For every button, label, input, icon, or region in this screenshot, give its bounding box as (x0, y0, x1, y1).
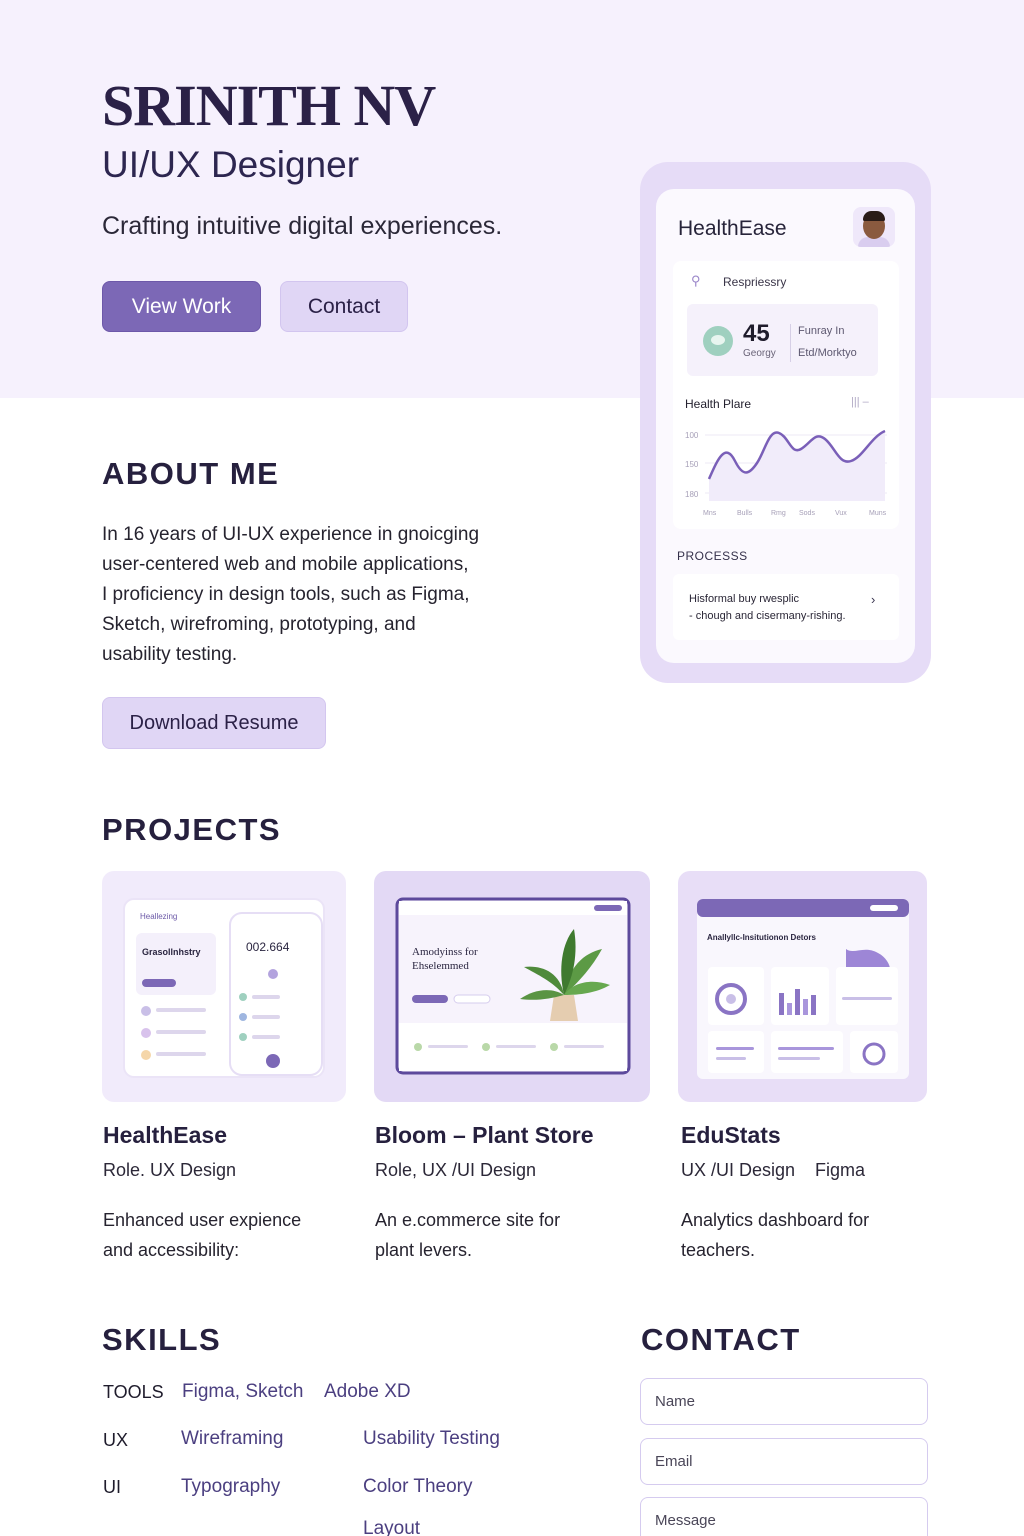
x-tick-label: Rmg (771, 510, 786, 517)
project-title-edustats[interactable]: EduStats (681, 1122, 781, 1149)
phone-mockup: HealthEase ⚲ Respriessry 45 Georgy Funra… (640, 162, 931, 683)
about-line: user-centered web and mobile application… (102, 554, 469, 575)
skills-category-tools: TOOLS (103, 1382, 164, 1402)
project-title-bloom[interactable]: Bloom – Plant Store (375, 1122, 594, 1149)
avatar-hair (863, 211, 885, 221)
chart-area (709, 431, 885, 501)
skill-tools-2: Adobe XD (324, 1381, 411, 1402)
project-desc-bloom: An e.commerce site for plant levers. (375, 1210, 561, 1260)
mockup-stat-value: 45 (743, 320, 770, 347)
mockup-stat-box: 45 Georgy Funray In Etd/Morktyo (687, 304, 878, 376)
chevron-right-icon: › (871, 592, 876, 607)
thumb-app-name: Heallezing (140, 912, 177, 921)
view-work-button[interactable]: View Work (102, 281, 261, 332)
mockup-process-card: Hisformal buy rwesplic - chough and cise… (673, 574, 899, 640)
mockup-stat-right-2: Etd/Morktyo (798, 347, 857, 359)
about-line: I proficiency in design tools, such as F… (102, 584, 470, 605)
skill-ux-2: Usability Testing (363, 1428, 500, 1449)
skill-ui-3: Layout (363, 1518, 421, 1536)
about-text: In 16 years of UI-UX experience in gnoic… (102, 520, 522, 670)
mockup-process-line-1: Hisformal buy rwesplic (689, 593, 800, 605)
project-desc-edustats: Analytics dashboard for teachers. (681, 1210, 870, 1260)
contact-button[interactable]: Contact (280, 281, 408, 332)
designer-role: UI/UX Designer (102, 144, 360, 185)
avatar (853, 207, 895, 247)
project-role-edustats: UX /UI Design Figma (681, 1160, 866, 1180)
respiratory-icon: ⚲ (691, 273, 701, 288)
mockup-resp-label: Respriessry (723, 275, 787, 289)
email-field[interactable] (640, 1438, 928, 1485)
name-field[interactable] (640, 1378, 928, 1425)
bloom-mockup-image: Amodyinss for Ehselemmed (395, 897, 631, 1075)
skill-ui-1: Typography (181, 1476, 281, 1497)
y-tick-label: 180 (685, 490, 699, 499)
x-tick-label: Bulls (737, 510, 753, 517)
project-role-healthease: Role. UX Design (103, 1160, 237, 1180)
phone-screen: HealthEase ⚲ Respriessry 45 Georgy Funra… (656, 189, 915, 663)
thumb-heading-2: Ehselemmed (412, 960, 469, 972)
project-desc-healthease: Enhanced user expience and accessibility… (103, 1210, 302, 1260)
skill-tools-1: Figma, Sketch (182, 1381, 304, 1402)
project-thumbnail-edustats[interactable]: Anallyllc-Insitutionon Detors (678, 871, 927, 1102)
x-tick-label: Mns (703, 510, 717, 517)
project-role-bloom: Role, UX /UI Design (375, 1160, 537, 1180)
x-tick-label: Muns (869, 510, 887, 517)
about-title: ABOUT ME (102, 456, 280, 491)
mockup-health-card: ⚲ Respriessry 45 Georgy Funray In Etd/Mo… (673, 261, 899, 529)
skills-category-ui: UI (103, 1477, 121, 1497)
heart-icon (703, 326, 733, 356)
plant-pot (550, 995, 578, 1021)
skills-title: SKILLS (102, 1322, 222, 1357)
designer-name: SRINITH NV (102, 73, 436, 138)
hero-tagline: Crafting intuitive digital experiences. (102, 212, 503, 240)
project-thumbnail-bloom[interactable]: Amodyinss for Ehselemmed (374, 871, 650, 1102)
mockup-stat-sub: Georgy (743, 348, 776, 359)
healthease-mockup-image: Heallezing Grasollnhstry 002.664 (123, 898, 325, 1078)
project-thumbnail-healthease[interactable]: Heallezing Grasollnhstry 002.664 (102, 871, 346, 1102)
x-tick-label: Sods (799, 510, 815, 517)
message-field[interactable] (640, 1497, 928, 1536)
mockup-process-label: PROCESSS (677, 549, 748, 563)
skill-ux-1: Wireframing (181, 1428, 284, 1449)
about-line: In 16 years of UI-UX experience in gnoic… (102, 524, 480, 545)
mockup-process-line-2: - chough and cisermany-rishing. (689, 610, 846, 622)
project-title-healthease[interactable]: HealthEase (103, 1122, 227, 1149)
x-tick-label: Vux (835, 510, 847, 517)
stat-divider (790, 324, 791, 362)
thumb-heading: Grasollnhstry (142, 947, 201, 957)
about-line: Sketch, wirefroming, prototyping, and (102, 614, 416, 635)
contact-title: CONTACT (641, 1322, 801, 1357)
about-line: usability testing. (102, 644, 238, 665)
chart-options-icon: ||| – (851, 396, 869, 408)
y-tick-label: 100 (685, 431, 699, 440)
mockup-chart-title: Health Plare (685, 397, 752, 411)
thumb-heading-1: Amodyinss for (412, 946, 478, 958)
download-resume-button[interactable]: Download Resume (102, 697, 326, 749)
thumb-number: 002.664 (246, 940, 290, 954)
edustats-mockup-image: Anallyllc-Insitutionon Detors (697, 899, 909, 1079)
y-tick-label: 150 (685, 460, 699, 469)
mockup-app-title: HealthEase (678, 217, 787, 240)
thumb-heading: Anallyllc-Insitutionon Detors (707, 933, 816, 942)
projects-title: PROJECTS (102, 812, 282, 847)
mockup-stat-right-1: Funray In (798, 325, 845, 337)
skills-category-ux: UX (103, 1430, 129, 1450)
skill-ui-2: Color Theory (363, 1476, 473, 1497)
mockup-line-chart: 100 150 180 Mns Bulls Rmg Sods Vux Muns (685, 429, 887, 517)
